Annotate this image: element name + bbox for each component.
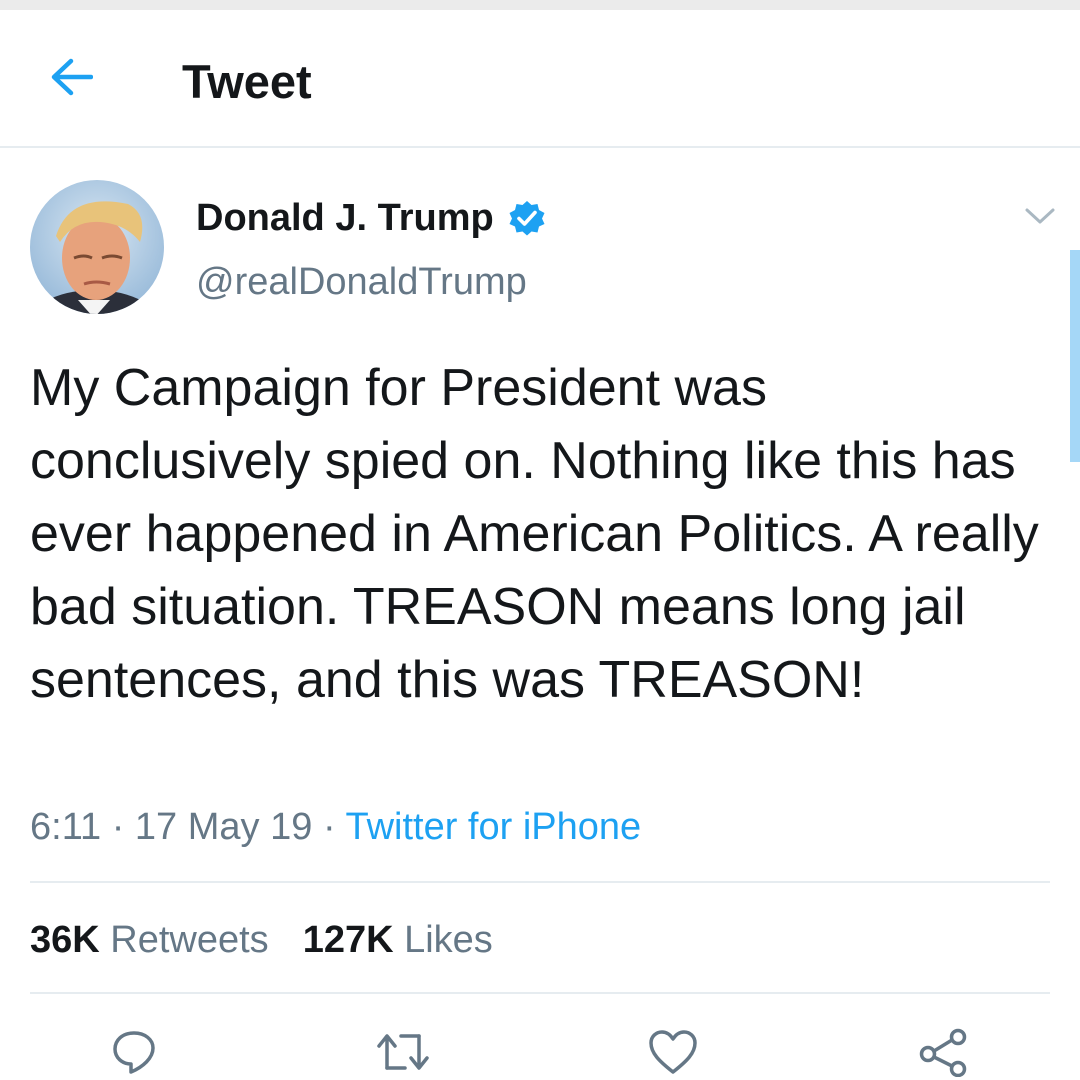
meta-separator: ·	[111, 806, 125, 848]
tweet-time: 6:11	[30, 806, 102, 848]
tweet-source-link[interactable]: Twitter for iPhone	[345, 806, 641, 848]
divider	[30, 992, 1050, 994]
meta-separator: ·	[322, 806, 336, 848]
tweet-text: My Campaign for President was conclusive…	[30, 359, 1039, 709]
like-button[interactable]	[643, 1024, 703, 1080]
verified-badge-icon	[508, 199, 546, 237]
heart-icon	[649, 1030, 697, 1074]
retweets-stat[interactable]: 36K Retweets	[30, 917, 269, 963]
status-bar-strip	[0, 0, 1080, 10]
page-title: Tweet	[182, 55, 312, 108]
likes-count: 127K	[302, 919, 394, 961]
divider	[30, 881, 1050, 883]
likes-label: Likes	[404, 919, 493, 961]
tweet-header: Tweet	[0, 10, 1080, 148]
share-icon	[919, 1028, 967, 1077]
back-button[interactable]	[36, 42, 106, 112]
tweet-meta: 6:11 · 17 May 19 · Twitter for iPhone	[30, 804, 641, 850]
author-handle[interactable]: @realDonaldTrump	[196, 259, 527, 305]
avatar[interactable]	[30, 180, 164, 314]
author-name-text: Donald J. Trump	[196, 197, 494, 239]
share-button[interactable]	[913, 1024, 973, 1080]
arrow-left-icon	[51, 58, 93, 96]
scrollbar[interactable]	[1070, 250, 1080, 462]
more-options-button[interactable]	[1016, 196, 1064, 236]
retweet-button[interactable]	[373, 1024, 433, 1080]
author-name[interactable]: Donald J. Trump	[196, 195, 546, 241]
tweet-date: 17 May 19	[134, 806, 313, 848]
tweet-stats: 36K Retweets 127K Likes	[30, 917, 527, 963]
reply-button[interactable]	[104, 1024, 164, 1080]
retweet-icon	[377, 1034, 429, 1070]
retweets-label: Retweets	[110, 919, 269, 961]
chevron-down-icon	[1025, 208, 1055, 224]
reply-icon	[113, 1031, 155, 1074]
retweets-count: 36K	[30, 919, 100, 961]
likes-stat[interactable]: 127K Likes	[303, 917, 493, 963]
